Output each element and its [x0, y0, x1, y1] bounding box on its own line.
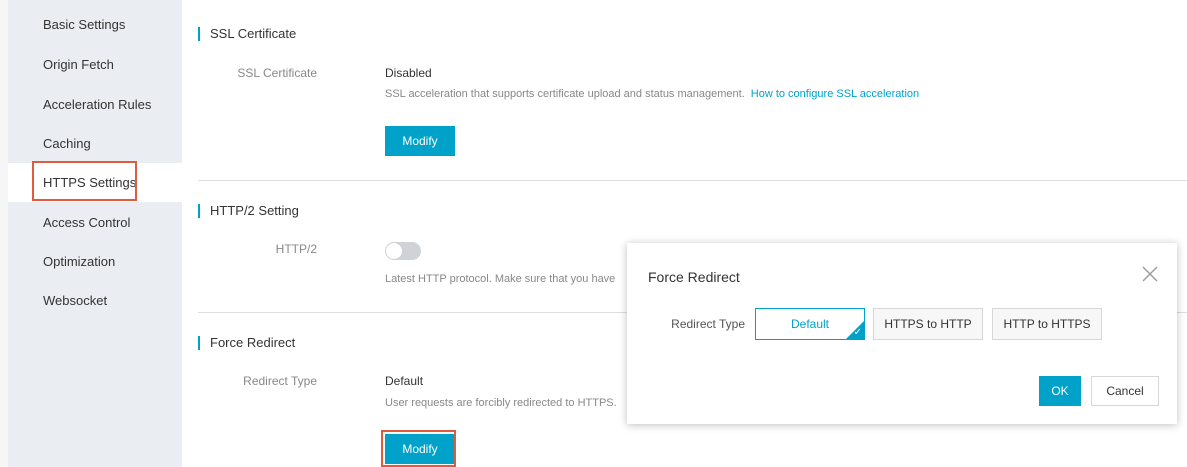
option-default-label: Default [790, 317, 830, 331]
sidebar-item-origin-fetch[interactable]: Origin Fetch [8, 45, 182, 84]
modify-highlight [381, 430, 456, 467]
sidebar-item-access-control[interactable]: Access Control [8, 203, 182, 242]
ssl-desc-text: SSL acceleration that supports certifica… [385, 88, 745, 100]
sidebar-item-caching[interactable]: Caching [8, 124, 182, 163]
ssl-modify-button[interactable]: Modify [385, 126, 455, 156]
option-http-to-https[interactable]: HTTP to HTTPS [992, 308, 1102, 340]
redirect-type-label: Redirect Type [243, 374, 317, 388]
redirect-type-value: Default [385, 374, 424, 388]
ssl-certificate-value: Disabled [385, 66, 432, 80]
https-settings-highlight [32, 161, 137, 201]
section-title-http2: HTTP/2 Setting [198, 204, 299, 218]
sidebar-item-basic-settings[interactable]: Basic Settings [8, 5, 182, 44]
ok-button[interactable]: OK [1039, 376, 1081, 406]
toggle-knob [386, 243, 402, 259]
option-https-to-http[interactable]: HTTPS to HTTP [873, 308, 983, 340]
sidebar: Basic Settings Origin Fetch Acceleration… [0, 0, 182, 467]
section-title-force-redirect: Force Redirect [198, 336, 295, 350]
sidebar-item-optimization[interactable]: Optimization [8, 242, 182, 281]
section-title-ssl: SSL Certificate [198, 27, 296, 41]
option-default[interactable]: Default ✓ [755, 308, 865, 340]
divider [198, 180, 1187, 181]
dialog-redirect-type-label: Redirect Type [671, 317, 745, 331]
cancel-button[interactable]: Cancel [1091, 376, 1159, 406]
http2-desc: Latest HTTP protocol. Make sure that you… [385, 273, 616, 285]
sidebar-item-acceleration-rules[interactable]: Acceleration Rules [8, 85, 182, 124]
http2-toggle[interactable] [385, 242, 421, 260]
dialog-title: Force Redirect [648, 269, 740, 285]
sidebar-item-websocket[interactable]: Websocket [8, 281, 182, 320]
ssl-certificate-desc: SSL acceleration that supports certifica… [385, 88, 919, 100]
force-redirect-dialog: Force Redirect Redirect Type Default ✓ H… [627, 243, 1177, 424]
ssl-help-link[interactable]: How to configure SSL acceleration [751, 88, 919, 100]
force-redirect-desc: User requests are forcibly redirected to… [385, 397, 617, 409]
check-icon: ✓ [853, 327, 862, 338]
close-icon[interactable] [1141, 265, 1159, 283]
http2-label: HTTP/2 [275, 242, 317, 256]
ssl-certificate-label: SSL Certificate [237, 66, 317, 80]
